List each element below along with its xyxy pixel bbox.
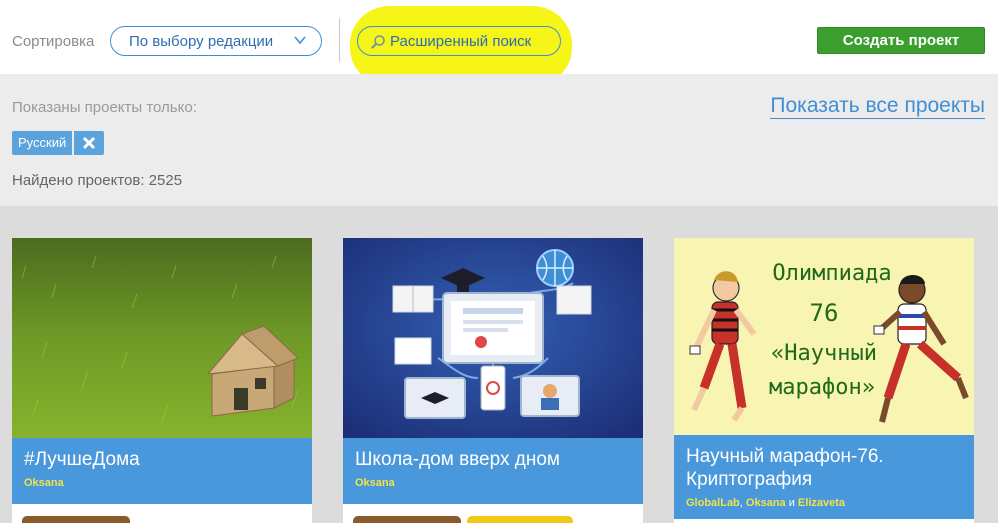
- filter-panel: Показаны проекты только: Показать все пр…: [0, 74, 998, 206]
- card-title-band: Научный марафон-76. Криптография GlobalL…: [674, 435, 974, 519]
- olympiad-runners-illustration: Олимпиада 76 «Научный марафон»: [674, 238, 974, 435]
- card-category-tag: [353, 516, 461, 523]
- card-authors: GlobalLab, Oksana и Elizaveta: [686, 497, 962, 509]
- project-card[interactable]: Школа-дом вверх дном Oksana: [343, 238, 643, 523]
- create-project-button[interactable]: Создать проект: [817, 27, 985, 54]
- card-authors: Oksana: [24, 477, 300, 489]
- project-card[interactable]: #ЛучшеДома Oksana: [12, 238, 312, 523]
- image-text-line: марафон»: [769, 375, 875, 400]
- card-authors: Oksana: [355, 477, 631, 489]
- found-count: Найдено проектов: 2525: [12, 172, 183, 189]
- author-link[interactable]: Elizaveta: [798, 497, 845, 509]
- chevron-down-icon: [294, 36, 306, 45]
- card-title[interactable]: #ЛучшеДома: [24, 448, 300, 471]
- chat-icon: [394, 337, 432, 365]
- advanced-search-label: Расширенный поиск: [390, 32, 532, 50]
- sort-dropdown-value: По выбору редакции: [129, 32, 274, 50]
- author-link[interactable]: Oksana: [355, 477, 395, 489]
- project-card[interactable]: Олимпиада 76 «Научный марафон» Научный м…: [674, 238, 974, 523]
- card-title[interactable]: Научный марафон-76. Криптография: [686, 445, 962, 491]
- image-text-line: Олимпиада: [772, 261, 891, 286]
- card-title[interactable]: Школа-дом вверх дном: [355, 448, 631, 471]
- project-image-online-learning[interactable]: [343, 238, 643, 438]
- project-image-olympiad-runners[interactable]: Олимпиада 76 «Научный марафон»: [674, 238, 974, 435]
- search-icon: [371, 35, 385, 49]
- card-title-band: #ЛучшеДома Oksana: [12, 438, 312, 504]
- advanced-search-button[interactable]: Расширенный поиск: [357, 26, 561, 56]
- show-all-projects-link[interactable]: Показать все проекты: [770, 94, 985, 119]
- author-link[interactable]: Oksana: [24, 477, 64, 489]
- author-separator: и: [785, 497, 798, 509]
- remove-filter-button[interactable]: [74, 131, 105, 155]
- toolbar-divider: [339, 18, 340, 62]
- project-cards: #ЛучшеДома Oksana Школа-дом вверх дном O…: [0, 206, 998, 523]
- card-category-tag: [22, 516, 130, 523]
- smartphone-icon: [480, 365, 506, 411]
- language-tag-label: Русский: [12, 131, 73, 155]
- author-link[interactable]: Oksana: [746, 497, 786, 509]
- open-book-icon: [556, 285, 592, 315]
- shown-only-label: Показаны проекты только:: [12, 99, 197, 116]
- language-filter-tag: Русский: [12, 131, 105, 155]
- close-icon: [83, 136, 96, 150]
- sort-label: Сортировка: [12, 33, 95, 50]
- top-toolbar: Сортировка По выбору редакции Расширенны…: [0, 0, 998, 86]
- image-text-line: 76: [810, 299, 839, 327]
- sort-dropdown[interactable]: По выбору редакции: [110, 26, 322, 56]
- online-learning-illustration: [343, 238, 643, 438]
- image-text-line: «Научный: [771, 341, 877, 366]
- author-link[interactable]: GlobalLab: [686, 497, 740, 509]
- grass-house-illustration: [12, 238, 312, 438]
- project-image-grass-house[interactable]: [12, 238, 312, 438]
- card-category-tag: [467, 516, 573, 523]
- card-title-band: Школа-дом вверх дном Oksana: [343, 438, 643, 504]
